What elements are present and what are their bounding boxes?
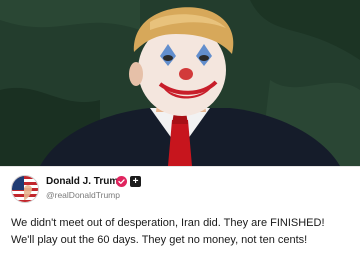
avatar-flag-graphic <box>12 176 38 202</box>
follow-button[interactable]: + <box>130 176 141 187</box>
post-image[interactable] <box>0 0 360 166</box>
post-text-line: We didn't meet out of desperation, Iran … <box>11 217 325 229</box>
post-image-graphic <box>0 0 360 166</box>
social-post: Donald J. Trump + @realDonaldTrump We di… <box>0 0 360 254</box>
avatar[interactable] <box>11 175 39 203</box>
post-text-line: We'll play out the 60 days. They get no … <box>11 234 308 246</box>
verified-badge-icon <box>116 176 127 187</box>
author-row: Donald J. Trump + @realDonaldTrump <box>0 167 360 211</box>
author-name[interactable]: Donald J. Trump <box>46 176 124 188</box>
post-text: We didn't meet out of desperation, Iran … <box>11 215 356 249</box>
author-handle[interactable]: @realDonaldTrump <box>46 190 120 201</box>
